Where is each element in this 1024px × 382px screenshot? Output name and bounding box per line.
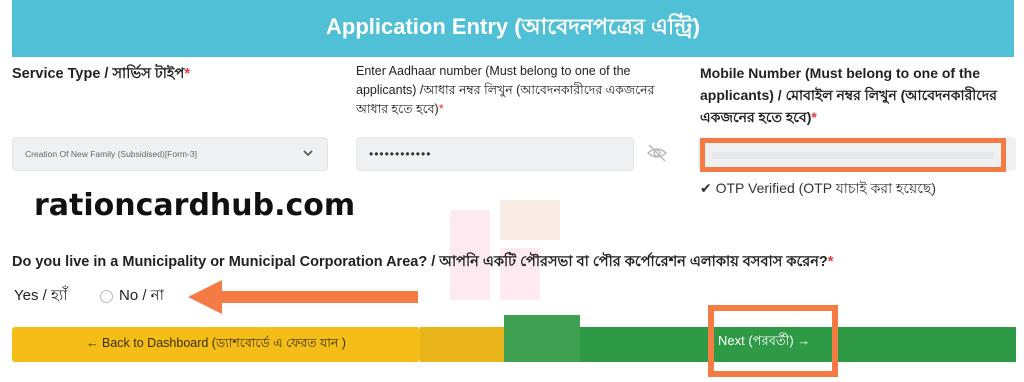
button-gap [504,315,580,362]
required-mark: * [184,66,190,82]
back-button-label: ← Back to Dashboard (ড্যাশবোর্ডে এ ফেরত … [86,335,346,350]
service-type-label: Service Type / সার্ভিস টাইপ* [12,66,190,82]
page-header: Application Entry (আবেদনপত্রের এন্ট্রি) [12,0,1014,57]
radio-no[interactable]: No / না [100,284,164,309]
radio-no-label: No / না [119,287,164,304]
watermark-text: rationcardhub.com [34,188,356,223]
arrow-left-icon [188,280,418,314]
mobile-highlight-box [700,138,1006,172]
aadhaar-value: •••••••••••• [369,147,432,161]
chevron-down-icon [303,150,313,157]
service-type-value: Creation Of New Family (Subsidised)[Form… [25,149,197,159]
radio-yes-label: Yes / হ্যাঁ [14,287,68,304]
aadhaar-label: Enter Aadhaar number (Must belong to one… [356,64,655,116]
button-gap [420,327,504,362]
service-type-select[interactable]: Creation Of New Family (Subsidised)[Form… [12,137,328,171]
eye-off-icon[interactable] [646,142,668,164]
next-highlight-box [708,305,838,377]
required-mark: * [827,254,834,270]
required-mark: * [438,102,444,116]
otp-status: ✔ OTP Verified (OTP যাচাই করা হয়েছে) [700,180,937,196]
radio-no-circle[interactable] [100,290,113,303]
municipality-question: Do you live in a Municipality or Municip… [12,254,834,270]
required-mark: * [811,109,817,125]
back-to-dashboard-button[interactable]: ← Back to Dashboard (ড্যাশবোর্ডে এ ফেরত … [12,327,420,362]
watermark-logo [450,200,560,300]
mobile-label: Mobile Number (Must belong to one of the… [700,65,997,125]
aadhaar-input[interactable]: •••••••••••• [356,137,634,171]
radio-yes[interactable]: Yes / হ্যাঁ [14,284,68,309]
page-title: Application Entry (আবেদনপত্রের এন্ট্রি) [326,14,700,39]
